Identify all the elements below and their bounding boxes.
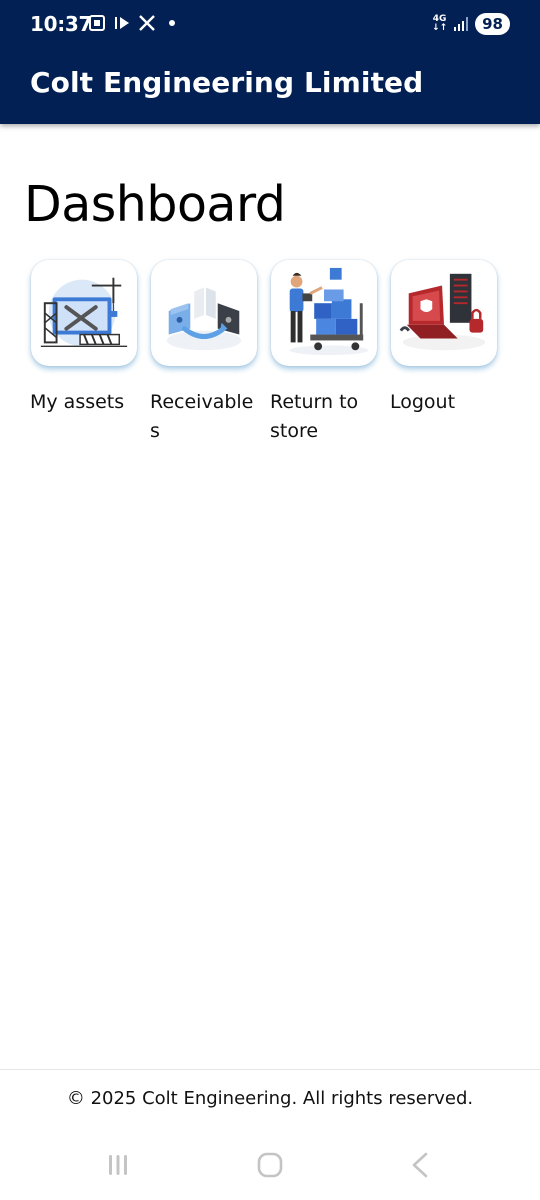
- app-header: 10:37 4G ↓↑ 98 Colt Engineering Limited: [0, 0, 540, 124]
- tile-return-to-store[interactable]: Return to store: [270, 260, 390, 446]
- status-time: 10:37: [30, 12, 93, 36]
- tile-card-my-assets[interactable]: [31, 260, 137, 366]
- home-button[interactable]: [250, 1148, 290, 1182]
- tile-my-assets[interactable]: My assets: [30, 260, 150, 446]
- network-label: 4G: [432, 14, 447, 24]
- footer-copyright: © 2025 Colt Engineering. All rights rese…: [66, 1088, 474, 1109]
- tile-label-my-assets: My assets: [30, 391, 125, 413]
- network-type-icon: 4G ↓↑: [432, 14, 448, 33]
- tile-card-return-to-store[interactable]: [271, 260, 377, 366]
- dashboard-grid: My assets Receivables Return to store Lo…: [30, 260, 510, 446]
- more-notifications-dot: [169, 20, 175, 26]
- battery-level: 98: [475, 13, 510, 35]
- system-navigation-bar: [0, 1130, 540, 1200]
- app-title: Colt Engineering Limited: [30, 66, 424, 99]
- media-play-icon: [115, 17, 129, 29]
- home-icon: [257, 1152, 283, 1178]
- logout-illustration-icon: [399, 273, 486, 351]
- tile-label-return-to-store: Return to store: [270, 391, 359, 442]
- tile-logout[interactable]: Logout: [390, 260, 510, 446]
- page-title: Dashboard: [24, 176, 286, 233]
- assets-illustration-icon: [40, 277, 128, 348]
- receivables-illustration-icon: [166, 287, 242, 351]
- screenshot-icon: [89, 15, 105, 31]
- tile-card-receivables[interactable]: [151, 260, 257, 366]
- tile-card-logout[interactable]: [391, 260, 497, 366]
- return-to-store-illustration-icon: [289, 267, 369, 356]
- status-notification-icons: [88, 14, 175, 32]
- back-icon: [412, 1152, 428, 1178]
- x-app-icon: [139, 15, 155, 31]
- recent-apps-icon: [109, 1155, 127, 1175]
- signal-icon: [454, 17, 469, 31]
- tile-label-logout: Logout: [390, 391, 456, 413]
- back-button[interactable]: [400, 1148, 440, 1182]
- status-bar: 10:37 4G ↓↑ 98: [0, 0, 540, 50]
- recent-apps-button[interactable]: [98, 1148, 138, 1182]
- footer: © 2025 Colt Engineering. All rights rese…: [0, 1069, 540, 1129]
- status-system-icons: 4G ↓↑ 98: [432, 13, 510, 35]
- tile-label-receivables: Receivables: [150, 391, 254, 442]
- tile-receivables[interactable]: Receivables: [150, 260, 270, 446]
